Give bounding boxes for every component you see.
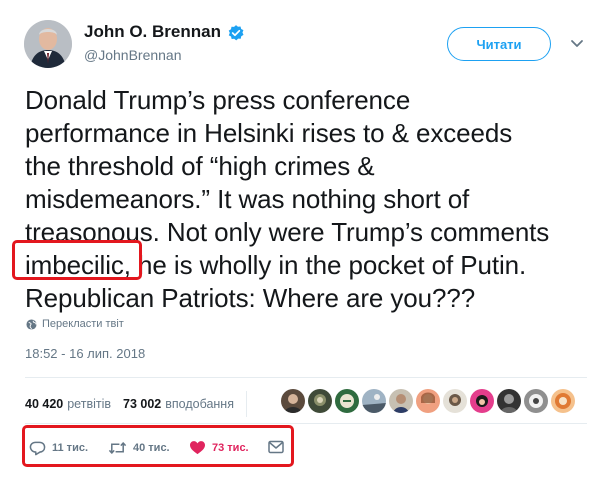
direct-message-button[interactable] <box>268 440 284 454</box>
tweet-card: John O. Brennan @JohnBrennan Читати Dona… <box>0 0 610 477</box>
liker-avatar[interactable] <box>416 389 440 413</box>
retweet-button[interactable]: 40 тис. <box>108 440 170 456</box>
user-handle[interactable]: @JohnBrennan <box>84 47 182 63</box>
translate-label: Перекласти твіт <box>42 318 124 330</box>
liker-avatar[interactable] <box>443 389 467 413</box>
tweet-line: imbecilic, he is wholly in the pocket of… <box>25 249 600 282</box>
timestamp[interactable]: 18:52 - 16 лип. 2018 <box>25 346 145 361</box>
divider <box>25 377 587 378</box>
translate-tweet-link[interactable]: Перекласти твіт <box>26 318 124 330</box>
reply-count: 11 тис. <box>52 442 89 454</box>
liker-avatar[interactable] <box>389 389 413 413</box>
stats-row: 40 420 ретвітів 73 002 вподобання <box>25 391 259 417</box>
tweet-text: Donald Trump’s press conference performa… <box>25 84 600 315</box>
liker-avatar[interactable] <box>551 389 575 413</box>
verified-badge-icon <box>228 25 244 41</box>
liker-avatar[interactable] <box>335 389 359 413</box>
stats-separator <box>245 391 247 417</box>
divider <box>25 423 587 424</box>
like-button[interactable]: 73 тис. <box>189 440 249 455</box>
reply-button[interactable]: 11 тис. <box>29 440 88 456</box>
tweet-line: Republican Patriots: Where are you??? <box>25 283 476 313</box>
chevron-down-icon[interactable] <box>569 38 585 50</box>
display-name[interactable]: John O. Brennan <box>84 22 221 42</box>
highlighted-word: imbecilic, <box>25 250 131 280</box>
liker-avatar[interactable] <box>281 389 305 413</box>
avatar[interactable] <box>24 20 72 68</box>
tweet-line: misdemeanors.” It was nothing short of <box>25 184 470 214</box>
reply-icon <box>29 441 46 456</box>
tweet-line-rest: he is wholly in the pocket of Putin. <box>138 250 527 280</box>
tweet-line: the threshold of “high crimes & <box>25 151 375 181</box>
likes-count: 73 002 <box>123 397 162 411</box>
retweets-count: 40 420 <box>25 397 64 411</box>
retweet-count: 40 тис. <box>133 442 170 454</box>
globe-icon <box>26 318 37 330</box>
likers-avatars <box>281 389 575 413</box>
retweets-stat[interactable]: 40 420 ретвітів <box>25 397 111 411</box>
liker-avatar[interactable] <box>362 389 386 413</box>
likes-label: вподобання <box>165 397 234 411</box>
like-count: 73 тис. <box>212 441 249 454</box>
retweets-label: ретвітів <box>67 397 112 411</box>
envelope-icon <box>268 440 284 454</box>
follow-button[interactable]: Читати <box>447 27 551 61</box>
liker-avatar[interactable] <box>524 389 548 413</box>
tweet-line: Donald Trump’s press conference <box>25 85 411 115</box>
liker-avatar[interactable] <box>470 389 494 413</box>
liker-avatar[interactable] <box>497 389 521 413</box>
likes-stat[interactable]: 73 002 вподобання <box>123 397 234 411</box>
tweet-line: performance in Helsinki rises to & excee… <box>25 118 513 148</box>
tweet-line: treasonous. Not only were Trump’s commen… <box>25 217 550 247</box>
heart-icon <box>190 441 205 455</box>
liker-avatar[interactable] <box>308 389 332 413</box>
retweet-icon <box>108 442 127 454</box>
